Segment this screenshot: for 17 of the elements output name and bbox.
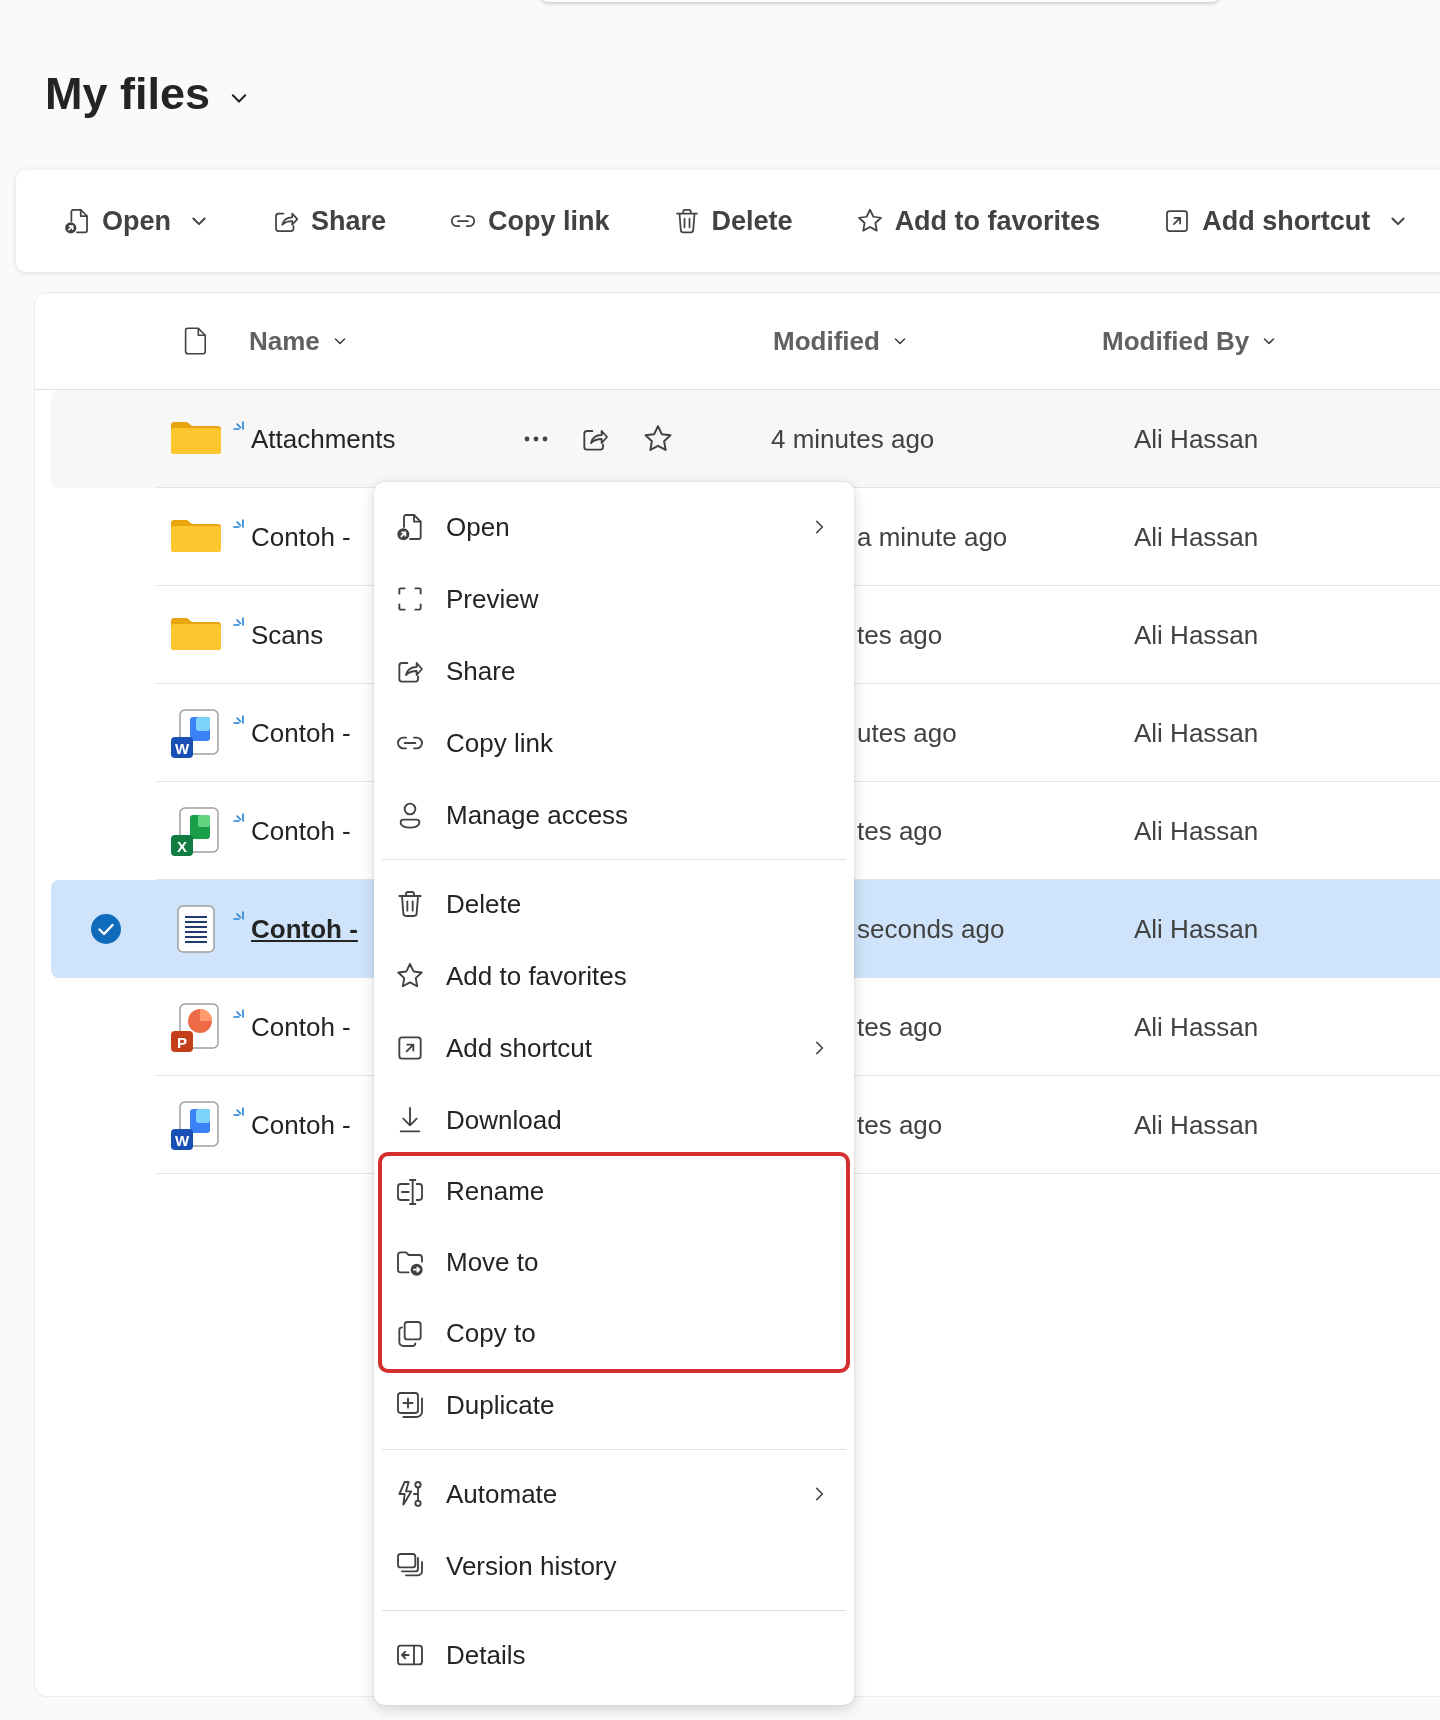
modified-cell: tes ago: [857, 1011, 943, 1042]
modified-by-cell: Ali Hassan: [1134, 717, 1259, 748]
modified-by-cell: Ali Hassan: [1134, 913, 1259, 944]
modified-by-cell: Ali Hassan: [1134, 521, 1259, 552]
modified-cell: seconds ago: [857, 913, 1005, 944]
modified-cell: tes ago: [857, 815, 943, 846]
modified-by-cell: Ali Hassan: [1134, 423, 1259, 454]
modified-cell: 4 minutes ago: [771, 423, 935, 454]
modified-cell: utes ago: [857, 717, 957, 748]
modified-by-cell: Ali Hassan: [1134, 1109, 1259, 1140]
modified-cell: tes ago: [857, 1109, 943, 1140]
modified-cell: tes ago: [857, 619, 943, 650]
page-title: My files: [45, 67, 211, 121]
modified-cell: a minute ago: [857, 521, 1008, 552]
modified-by-cell: Ali Hassan: [1134, 815, 1259, 846]
modified-by-cell: Ali Hassan: [1134, 1011, 1259, 1042]
modified-by-cell: Ali Hassan: [1134, 619, 1259, 650]
